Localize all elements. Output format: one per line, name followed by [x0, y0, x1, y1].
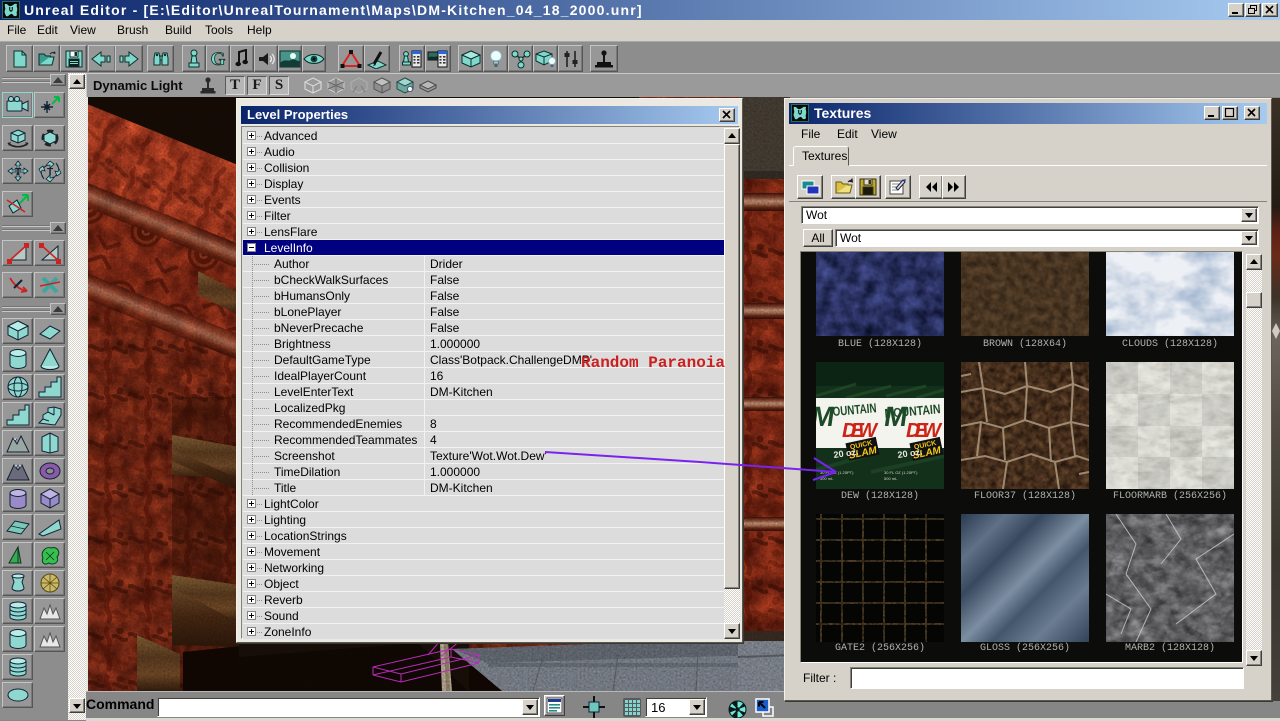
svg-text:T: T: [46, 167, 52, 178]
svg-text:500 mL: 500 mL: [820, 476, 834, 481]
svg-text:30 FL OZ (1.25PT): 30 FL OZ (1.25PT): [884, 470, 918, 475]
svg-text:T: T: [14, 167, 20, 178]
svg-text:500 mL: 500 mL: [884, 476, 898, 481]
svg-text:G: G: [211, 49, 226, 68]
svg-text:30 FL OZ (1.25PT): 30 FL OZ (1.25PT): [820, 470, 854, 475]
